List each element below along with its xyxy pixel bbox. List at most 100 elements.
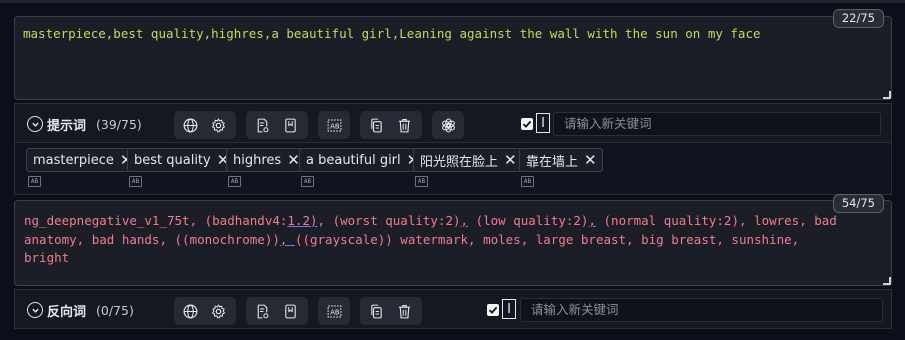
ab-icon[interactable]: AB [228, 176, 241, 187]
ab-icon[interactable]: AB [28, 176, 41, 187]
positive-prompt-text[interactable]: masterpiece,best quality,highres,a beaut… [23, 25, 879, 43]
ab-button[interactable]: AB [322, 299, 346, 323]
positive-count: (39/75) [96, 116, 142, 132]
close-icon[interactable]: ✕ [584, 152, 597, 168]
copy-button[interactable] [364, 299, 388, 323]
trash-icon [398, 304, 410, 318]
negative-text-part: , [460, 213, 469, 228]
negative-count: (0/75) [96, 302, 134, 318]
tag-chip[interactable]: 阳光照在脸上 ✕ [413, 148, 523, 172]
settings-button[interactable] [206, 113, 230, 137]
trash-icon [398, 118, 410, 132]
negative-keyword-input[interactable] [520, 298, 883, 322]
translate-button[interactable] [178, 299, 202, 323]
positive-toolbar: 提示词 (39/75) AB I 请输入新关键词 [14, 103, 892, 143]
checkbox-icon [522, 120, 532, 128]
tag-label: masterpiece [33, 152, 114, 168]
keyword-checkbox[interactable] [521, 118, 533, 130]
trash-button[interactable] [392, 299, 416, 323]
tag-item: a beautiful girl✕ AB [299, 148, 426, 187]
ab-icon[interactable]: AB [301, 176, 314, 187]
ab-button[interactable]: AB [322, 113, 346, 137]
chevron-down-icon [27, 116, 43, 132]
negative-label: 反向词 [47, 304, 87, 320]
positive-tags-row: masterpiece✕ AB best quality✕ AB highres… [14, 143, 892, 195]
svg-text:AB: AB [330, 308, 340, 316]
globe-icon [183, 304, 197, 318]
checkbox-icon [488, 306, 498, 314]
ab-icon: AB [327, 304, 341, 318]
tag-chip[interactable]: best quality ✕ [127, 148, 236, 172]
close-icon[interactable]: ✕ [504, 152, 517, 168]
file-settings-icon [257, 118, 268, 132]
svg-text:AB: AB [330, 122, 340, 130]
top-border [0, 0, 905, 3]
positive-toggle[interactable]: 提示词 (39/75) [27, 114, 142, 134]
translate-button[interactable] [178, 113, 202, 137]
ab-icon[interactable]: AB [415, 176, 428, 187]
file-settings-button[interactable] [250, 113, 274, 137]
tag-chip[interactable]: 靠在墙上 ✕ [519, 148, 603, 172]
translate-settings-group [174, 111, 236, 139]
positive-label: 提示词 [47, 118, 87, 134]
positive-keyword-input[interactable] [553, 112, 881, 136]
tag-chip[interactable]: highres ✕ [226, 148, 306, 172]
negative-toolbar: 反向词 (0/75) AB I [14, 289, 892, 329]
tag-item: highres ✕ AB [226, 148, 306, 187]
tag-label: a beautiful girl [306, 152, 401, 168]
copy-icon [370, 304, 382, 318]
negative-text-part: , (worst quality:2) [317, 213, 461, 228]
positive-prompt-textarea[interactable]: masterpiece,best quality,highres,a beaut… [14, 16, 892, 100]
ab-group: AB [318, 297, 350, 325]
negative-prompt-textarea[interactable]: ng_deepnegative_v1_75t, (badhandv4:1.2),… [14, 200, 892, 286]
copy-trash-group [360, 111, 422, 139]
file-bookmark-group [246, 111, 308, 139]
negative-token-counter: 54/75 [832, 194, 884, 213]
tag-chip[interactable]: a beautiful girl✕ [299, 148, 426, 172]
copy-trash-group [360, 297, 422, 325]
tag-item: best quality ✕ AB [127, 148, 236, 187]
negative-text-part: ng_deepnegative_v1_75t, (badhandv4: [24, 213, 288, 228]
ab-icon[interactable]: AB [129, 176, 142, 187]
bookmark-icon [284, 304, 296, 318]
keyword-checkbox[interactable] [487, 304, 499, 316]
trash-button[interactable] [392, 113, 416, 137]
file-settings-icon [257, 304, 268, 318]
file-settings-button[interactable] [250, 299, 274, 323]
ab-icon: AB [327, 118, 341, 132]
gear-icon [211, 117, 225, 132]
negative-text-part: , [279, 231, 295, 247]
bookmark-icon [284, 118, 296, 132]
resize-handle[interactable] [883, 91, 891, 99]
resize-handle[interactable] [883, 277, 891, 285]
gear-icon [211, 303, 225, 318]
bookmark-button[interactable] [278, 299, 302, 323]
tag-item: 靠在墙上 ✕ AB [519, 148, 603, 187]
tag-label: highres [233, 152, 282, 168]
settings-button[interactable] [206, 299, 230, 323]
tag-item: 阳光照在脸上 ✕ AB [413, 148, 523, 187]
copy-icon [370, 118, 382, 132]
openai-button[interactable] [436, 113, 460, 137]
close-icon[interactable]: ✕ [287, 152, 300, 168]
globe-icon [183, 118, 197, 132]
copy-button[interactable] [364, 113, 388, 137]
text-cursor-icon: I [502, 299, 516, 319]
tag-label: best quality [134, 152, 211, 168]
chevron-down-icon [27, 302, 43, 318]
tag-chip[interactable]: masterpiece✕ [26, 148, 139, 172]
ab-icon[interactable]: AB [521, 176, 534, 187]
text-cursor-icon: I [536, 113, 550, 133]
file-bookmark-group [246, 297, 308, 325]
negative-text-part: , [588, 213, 596, 228]
tag-item: masterpiece✕ AB [26, 148, 139, 187]
negative-text-part: 1.2) [287, 213, 318, 228]
negative-prompt-text[interactable]: ng_deepnegative_v1_75t, (badhandv4:1.2),… [24, 212, 881, 268]
positive-token-counter: 22/75 [832, 9, 884, 28]
negative-toggle[interactable]: 反向词 (0/75) [27, 300, 134, 320]
ab-group: AB [318, 111, 350, 139]
tag-label: 阳光照在脸上 [420, 154, 499, 170]
bookmark-button[interactable] [278, 113, 302, 137]
openai-icon [441, 118, 455, 132]
translate-settings-group [174, 297, 236, 325]
